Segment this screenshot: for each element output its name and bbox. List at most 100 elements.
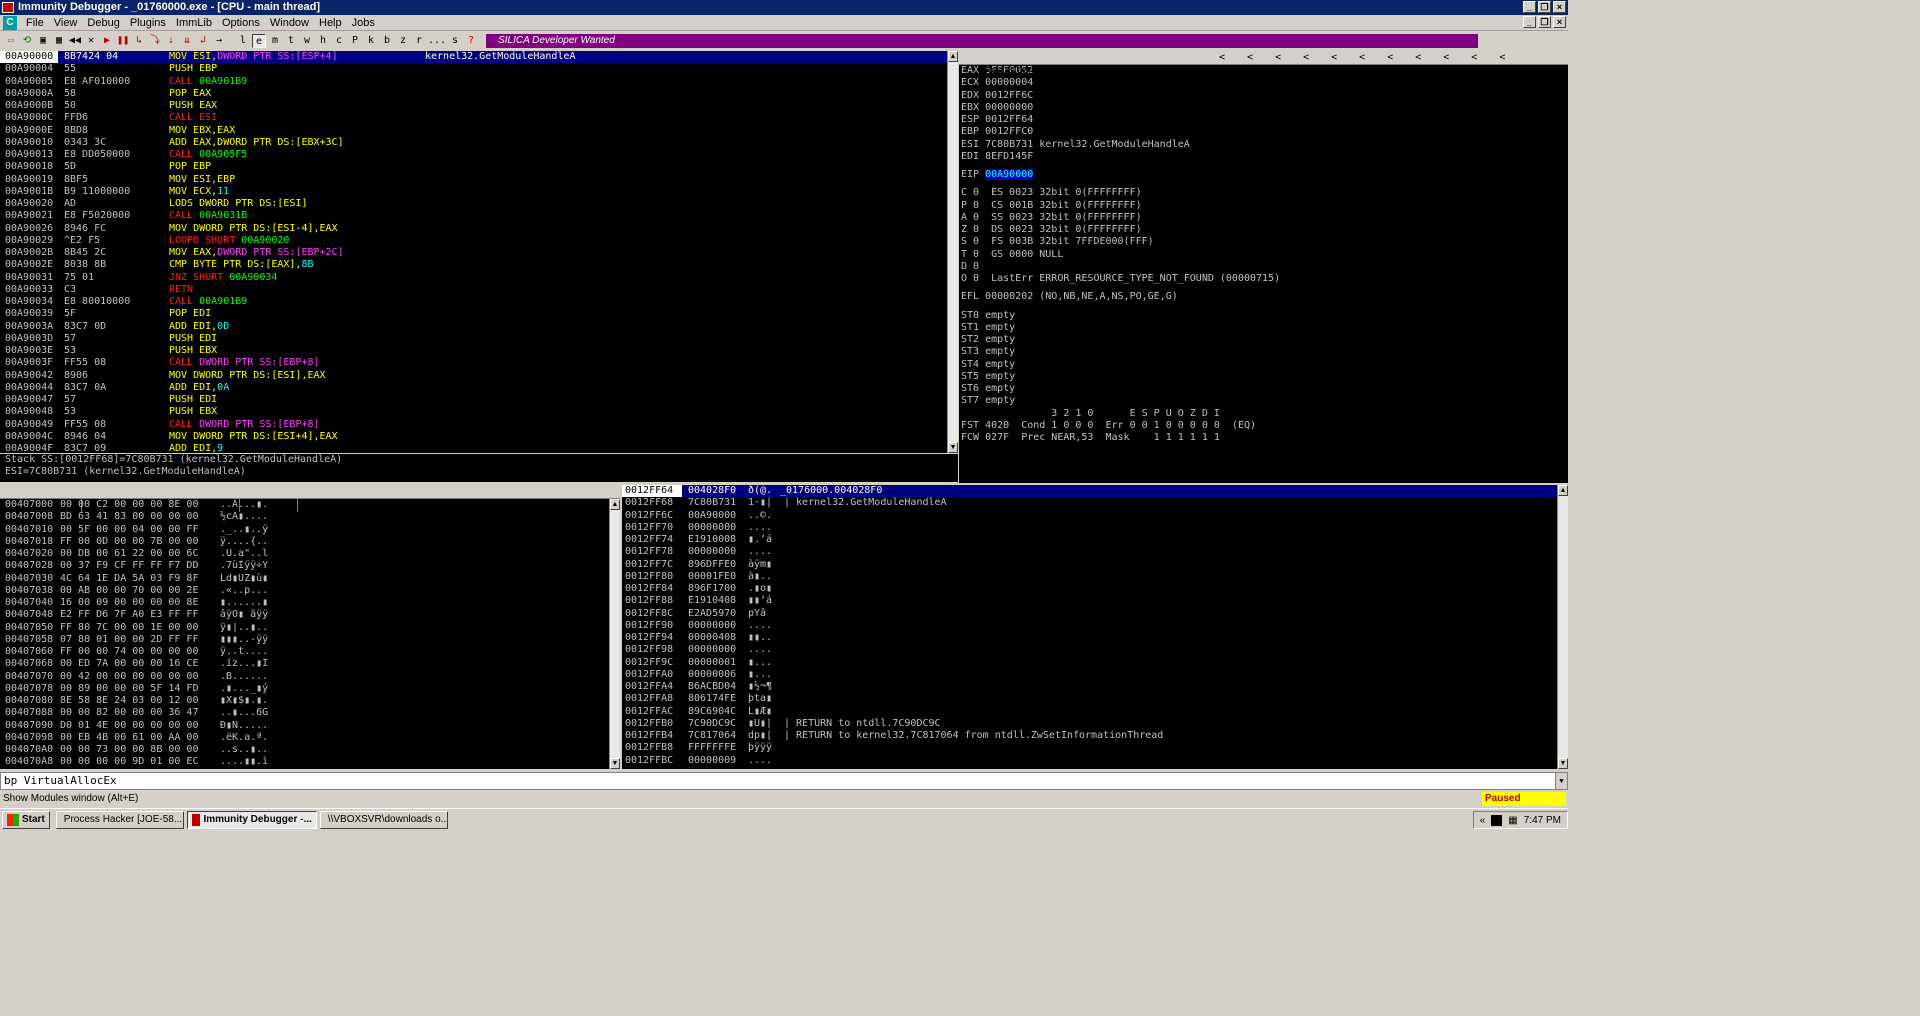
gp-register[interactable]: ESI 7C80B731 kernel32.GetModuleHandleA xyxy=(959,139,1568,151)
stack-row[interactable]: 0012FFB8 FFFFFFFE þÿÿÿ xyxy=(622,742,1568,754)
stack-row[interactable]: 0012FF88 E1910408 ▮▮‘á xyxy=(622,595,1568,607)
flag-register[interactable]: S 0 FS 003B 32bit 7FFDE000(FFF) xyxy=(959,236,1568,248)
fpu-st-register[interactable]: ST5 empty xyxy=(959,371,1568,383)
registers-arrow-icon[interactable]: < xyxy=(1247,51,1253,64)
dump-row[interactable]: 00407018 FF 00 0D 00 00 7B 00 00 ÿ....{.. xyxy=(0,536,620,548)
menu-immlib[interactable]: ImmLib xyxy=(171,17,217,29)
flag-register[interactable]: A 0 SS 0023 32bit 0(FFFFFFFF) xyxy=(959,212,1568,224)
gp-register[interactable]: EBX 00000000 xyxy=(959,102,1568,114)
toolbar-window-r[interactable]: r xyxy=(412,34,426,48)
dump-row[interactable]: 00407080 8E 58 8E 24 03 00 12 00 ▮X▮$▮.▮. xyxy=(0,695,620,707)
cpu-window-icon[interactable]: C xyxy=(3,15,17,30)
step-into-icon[interactable]: ↳ xyxy=(132,34,146,48)
dump-scrollbar[interactable]: ▲ ▼ xyxy=(609,499,620,769)
registers-arrow-icon[interactable]: < xyxy=(1499,51,1505,64)
scroll-up-arrow[interactable]: ▲ xyxy=(610,499,620,510)
fpu-st-register[interactable]: ST7 empty xyxy=(959,395,1568,407)
stack-row[interactable]: 0012FF64 004028F0 ð(@. _0176000.004028F0 xyxy=(622,485,1568,498)
dump-row[interactable]: 00407000 00 00 C2 00 00 00 8E 00 ..Â...▮. xyxy=(0,499,620,511)
disasm-row[interactable]: 00A90020 AD LODS DWORD PTR DS:[ESI] xyxy=(0,198,958,210)
scroll-up-arrow[interactable]: ▲ xyxy=(948,51,958,62)
disasm-row[interactable]: 00A90049 FF55 08 CALL DWORD PTR SS:[EBP+8] xyxy=(0,419,958,431)
disasm-row[interactable]: 00A90021 E8 F5020000 CALL 00A9031B xyxy=(0,210,958,222)
registers-arrow-icon[interactable]: < xyxy=(1275,51,1281,64)
stack-row[interactable]: 0012FFB4 7C817064 dp▮| | RETURN to kernel32… xyxy=(622,730,1568,742)
gp-register[interactable]: EDX 0012FF6C xyxy=(959,90,1568,102)
child-restore-button[interactable]: ❐ xyxy=(1538,16,1551,28)
trace-over-icon[interactable]: ⇊ xyxy=(180,34,194,48)
toolbar-window-more[interactable]: ... xyxy=(428,34,446,48)
attach-icon[interactable]: ▦ xyxy=(52,34,66,48)
command-dropdown-icon[interactable]: ▼ xyxy=(1555,773,1567,789)
dump-row[interactable]: 00407068 00 ED 7A 00 00 00 16 CE .íz...▮Î xyxy=(0,658,620,670)
registers-arrow-icon[interactable]: < xyxy=(1443,51,1449,64)
minimize-button[interactable]: _ xyxy=(1523,1,1536,13)
fpu-st-register[interactable]: ST0 empty xyxy=(959,310,1568,322)
disasm-row[interactable]: 00A90048 53 PUSH EBX xyxy=(0,406,958,418)
dump-pane[interactable]: Address Hex dump ASCII 00407000 00 00 C2 00… xyxy=(0,485,620,769)
run-icon[interactable]: ▶ xyxy=(100,34,114,48)
start-button[interactable]: Start xyxy=(2,810,50,829)
dump-row[interactable]: 00407028 00 37 F9 CF FF FF F7 DD .7ùÏÿÿ÷Ý xyxy=(0,560,620,572)
stack-row[interactable]: 0012FF9C 00000001 ▮... xyxy=(622,657,1568,669)
command-input[interactable]: bp VirtualAllocEx ▼ xyxy=(0,772,1568,790)
dump-row[interactable]: 00407050 FF 80 7C 00 00 1E 00 00 ÿ▮|..▮.. xyxy=(0,622,620,634)
menu-file[interactable]: File xyxy=(21,17,49,29)
fst-register[interactable]: FST 4020 Cond 1 0 0 0 Err 0 0 1 0 0 0 0 … xyxy=(959,420,1568,432)
dump-row[interactable]: 00407070 00 42 00 00 00 00 00 00 .B...... xyxy=(0,671,620,683)
toolbar-window-t[interactable]: t xyxy=(284,34,298,48)
fpu-st-register[interactable]: ST6 empty xyxy=(959,383,1568,395)
disasm-row[interactable]: 00A90026 8946 FC MOV DWORD PTR DS:[ESI-4],… xyxy=(0,223,958,235)
stack-row[interactable]: 0012FF8C E2AD5970 pY­â xyxy=(622,608,1568,620)
restore-button[interactable]: ❐ xyxy=(1538,1,1551,13)
registers-arrow-icon[interactable]: < xyxy=(1415,51,1421,64)
disasm-row[interactable]: 00A9003A 83C7 0D ADD EDI,0D xyxy=(0,321,958,333)
dump-row[interactable]: 00407098 00 EB 4B 00 61 00 AA 00 .ëK.a.ª. xyxy=(0,732,620,744)
disasm-row[interactable]: 00A9003D 57 PUSH EDI xyxy=(0,333,958,345)
toolbar-window-z[interactable]: z xyxy=(396,34,410,48)
fpu-st-register[interactable]: ST3 empty xyxy=(959,346,1568,358)
disasm-row[interactable]: 00A90047 57 PUSH EDI xyxy=(0,394,958,406)
disasm-row[interactable]: 00A9000B 50 PUSH EAX xyxy=(0,100,958,112)
disasm-row[interactable]: 00A90034 E8 80010000 CALL 00A901B9 xyxy=(0,296,958,308)
toolbar-window-w[interactable]: w xyxy=(300,34,314,48)
gp-register[interactable]: EBP 0012FFC0 xyxy=(959,126,1568,138)
toolbar-window-h[interactable]: h xyxy=(316,34,330,48)
toolbar-window-c[interactable]: c xyxy=(332,34,346,48)
dump-row[interactable]: 00407020 00 DB 00 61 22 00 00 6C .Û.a"..l xyxy=(0,548,620,560)
disasm-row[interactable]: 00A90033 C3 RETN xyxy=(0,284,958,296)
taskbar-item-explorer[interactable]: \\VBOXSVR\downloads o... xyxy=(319,810,448,829)
silica-banner[interactable]: SILICA Developer Wanted xyxy=(486,33,1479,48)
dump-row[interactable]: 00407038 00 AB 00 00 70 00 00 2E .«..p... xyxy=(0,585,620,597)
fcw-register[interactable]: FCW 027F Prec NEAR,53 Mask 1 1 1 1 1 1 xyxy=(959,432,1568,444)
stack-row[interactable]: 0012FF70 00000000.... xyxy=(622,522,1568,534)
disasm-row[interactable]: 00A90019 8BF5 MOV ESI,EBP xyxy=(0,174,958,186)
disassembly-pane[interactable]: 00A90000 8B7424 04 MOV ESI,DWORD PTR SS:[E… xyxy=(0,51,958,453)
step-over-icon[interactable]: ⤵ xyxy=(148,34,162,48)
title-bar[interactable]: Immunity Debugger - _01760000.exe - [CPU… xyxy=(0,0,1568,15)
menu-options[interactable]: Options xyxy=(217,17,265,29)
disasm-row[interactable]: 00A90039 5F POP EDI xyxy=(0,308,958,320)
disasm-row[interactable]: 00A90029 ^E2 F5 LOOPD SHORT 00A90020 xyxy=(0,235,958,247)
stack-row[interactable]: 0012FFA0 00000006 ▮... xyxy=(622,669,1568,681)
taskbar-item-process-hacker[interactable]: Process Hacker [JOE-58... xyxy=(55,810,184,829)
close-button[interactable]: × xyxy=(1553,1,1566,13)
disasm-row[interactable]: 00A90044 83C7 0A ADD EDI,0A xyxy=(0,382,958,394)
flag-register[interactable]: T 0 GS 0000 NULL xyxy=(959,249,1568,261)
stack-row[interactable]: 0012FF7C 896DFFE0 àÿm▮ xyxy=(622,559,1568,571)
stack-row[interactable]: 0012FF98 00000000.... xyxy=(622,644,1568,656)
gp-register[interactable]: EDI 8EFD145F xyxy=(959,151,1568,163)
disasm-row[interactable]: 00A90004 55 PUSH EBP xyxy=(0,63,958,75)
scroll-up-arrow[interactable]: ▲ xyxy=(1558,485,1568,496)
disasm-row[interactable]: 00A90010 0343 3C ADD EAX,DWORD PTR DS:[EBX… xyxy=(0,137,958,149)
stack-row[interactable]: 0012FF6C 00A90000 ..©. xyxy=(622,510,1568,522)
network-icon[interactable]: ▦ xyxy=(1508,815,1517,826)
registers-arrow-icon[interactable]: < xyxy=(1303,51,1309,64)
menu-window[interactable]: Window xyxy=(265,17,314,29)
dump-row[interactable]: 00407008 BD 63 41 83 00 00 00 00 ½cA▮.... xyxy=(0,511,620,523)
rewind-icon[interactable]: ◀◀ xyxy=(68,34,82,48)
toolbar-window-k[interactable]: k xyxy=(364,34,378,48)
menu-view[interactable]: View xyxy=(49,17,83,29)
flag-register[interactable]: Z 0 DS 0023 32bit 0(FFFFFFFF) xyxy=(959,224,1568,236)
registers-arrow-icon[interactable]: < xyxy=(1387,51,1393,64)
